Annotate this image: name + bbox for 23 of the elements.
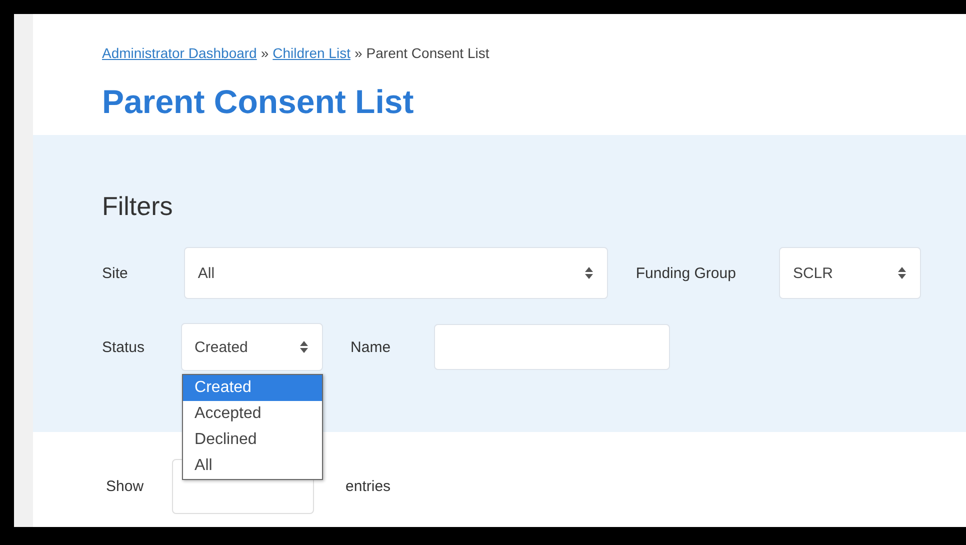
dropdown-option[interactable]: All xyxy=(182,453,322,479)
dropdown-option[interactable]: Created xyxy=(182,375,322,401)
sort-arrows-icon xyxy=(300,341,308,353)
entries-label: entries xyxy=(346,478,391,495)
show-label: Show xyxy=(106,478,144,495)
field-label: Funding Group xyxy=(636,264,736,282)
field-label: Status xyxy=(102,338,145,356)
breadcrumb-link[interactable]: Children List xyxy=(272,45,350,61)
breadcrumb-current: Parent Consent List xyxy=(366,45,490,61)
dropdown-option[interactable]: Accepted xyxy=(182,401,322,427)
breadcrumb-separator: » xyxy=(354,45,362,61)
field-label: Site xyxy=(102,264,128,282)
input-field[interactable] xyxy=(434,324,670,370)
breadcrumb-link[interactable]: Administrator Dashboard xyxy=(102,45,257,61)
field-label: Name xyxy=(350,338,391,356)
sort-arrows-icon xyxy=(584,267,593,279)
page-title: Parent Consent List xyxy=(102,83,415,121)
breadcrumb-separator: » xyxy=(260,45,269,61)
sort-arrows-icon xyxy=(898,267,906,279)
dropdown-option[interactable]: Declined xyxy=(182,427,322,453)
filters-title: Filters xyxy=(102,191,174,222)
select-field[interactable]: SCLR xyxy=(778,247,921,299)
select-field[interactable]: All xyxy=(184,247,608,299)
